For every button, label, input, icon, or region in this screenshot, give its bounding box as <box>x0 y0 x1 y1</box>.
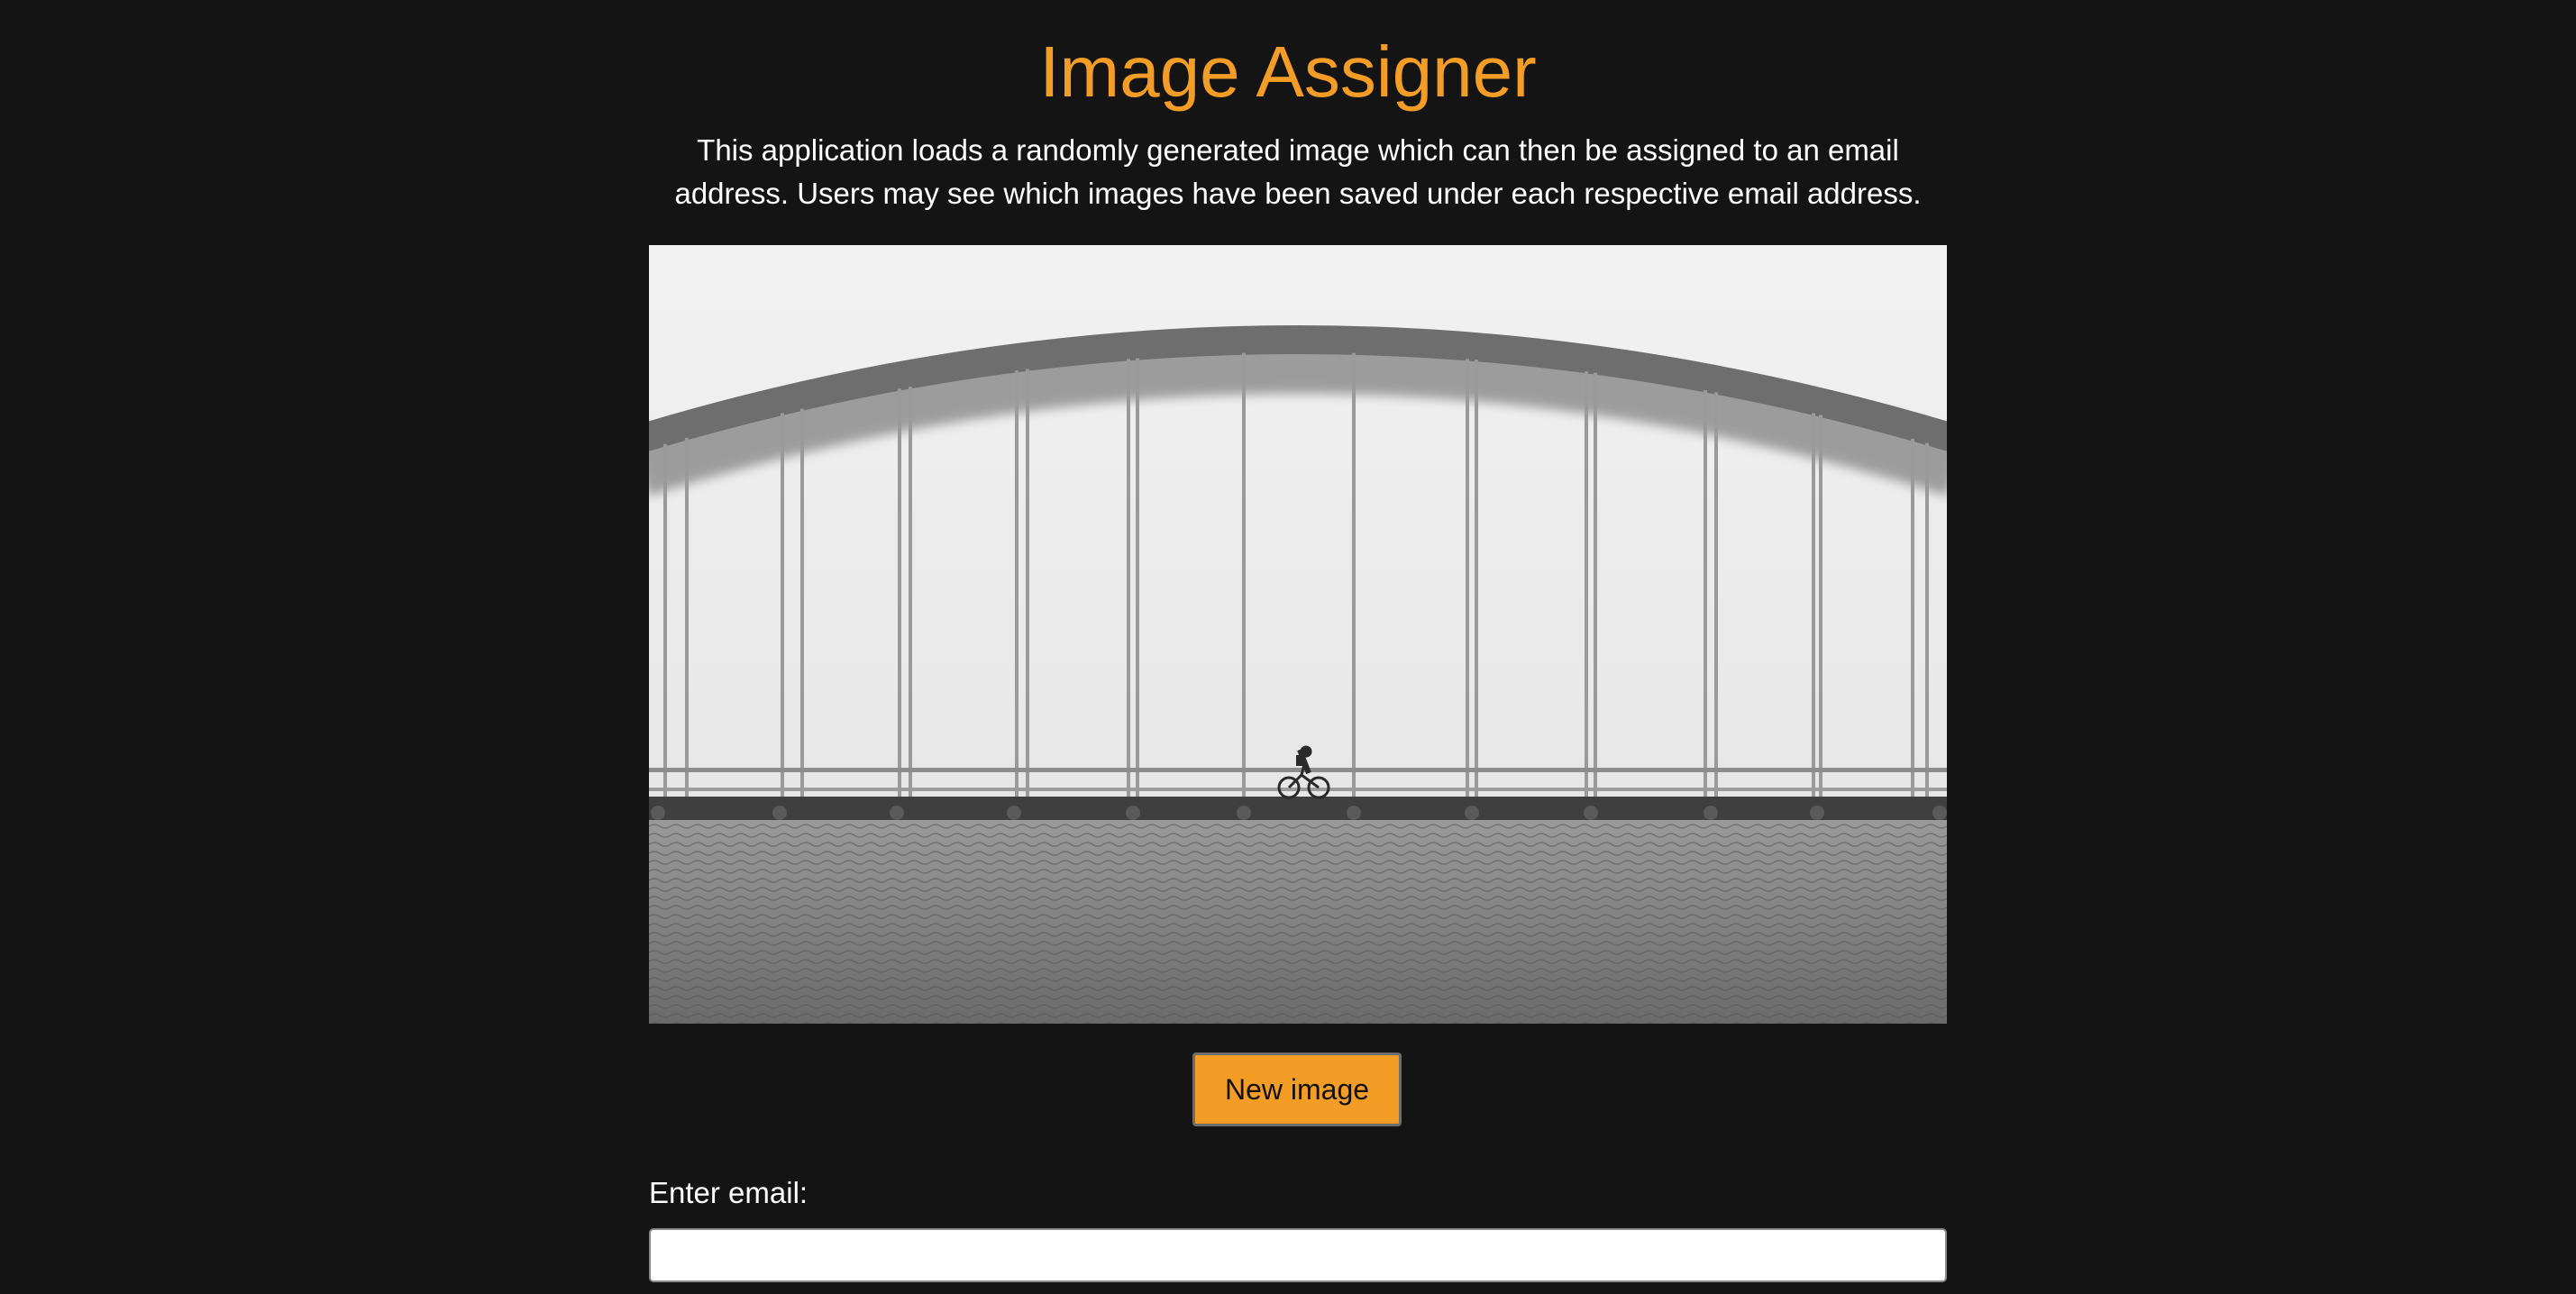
bridge-photo <box>649 245 1947 1024</box>
deck-bolt <box>890 806 904 820</box>
email-input[interactable] <box>649 1228 1947 1282</box>
deck-bolt <box>651 806 665 820</box>
deck-bolt <box>1810 806 1824 820</box>
deck-bolt <box>1126 806 1140 820</box>
deck-bolt <box>1465 806 1479 820</box>
email-label: Enter email: <box>649 1176 808 1209</box>
random-image <box>649 245 1947 1024</box>
deck-bolt <box>1347 806 1361 820</box>
deck-bolt <box>1007 806 1021 820</box>
app-description: This application loads a randomly genera… <box>674 133 1922 210</box>
deck-bolt <box>1932 806 1947 820</box>
deck-bolt <box>1237 806 1251 820</box>
deck-bolt <box>1704 806 1718 820</box>
deck-bolt <box>772 806 787 820</box>
page-title: Image Assigner <box>1039 32 1537 112</box>
app-page: Image Assigner This application loads a … <box>0 0 2576 1294</box>
deck-bolt <box>1584 806 1598 820</box>
new-image-button[interactable]: New image <box>1192 1053 1402 1126</box>
